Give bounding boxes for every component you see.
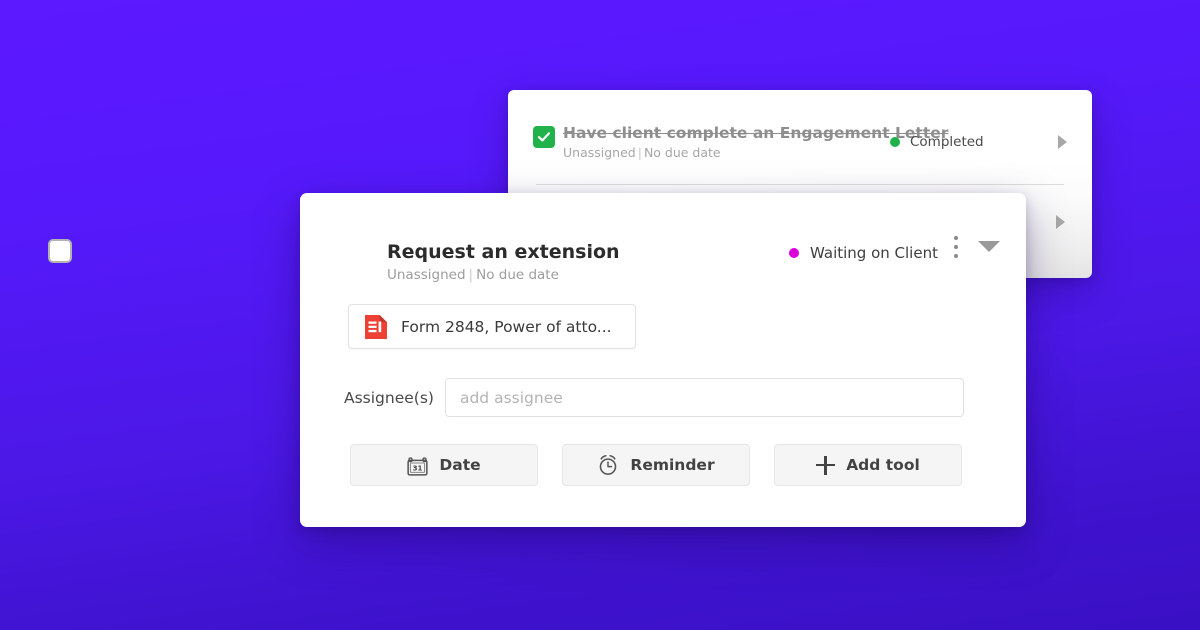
caret-right-icon[interactable] (1058, 135, 1067, 149)
reminder-button-label: Reminder (630, 456, 715, 474)
caret-down-icon[interactable] (978, 241, 1000, 252)
task-checkbox-completed[interactable] (533, 126, 555, 148)
more-vertical-icon[interactable] (946, 234, 966, 260)
task-due-date: No due date (476, 267, 559, 283)
completed-status-badge[interactable]: Completed (890, 134, 984, 150)
task-detail-header: Request an extension Unassigned | No due d… (300, 193, 1026, 285)
caret-right-icon[interactable] (1056, 215, 1065, 229)
svg-text:31: 31 (413, 463, 423, 472)
status-dot-waiting (789, 248, 799, 258)
tool-chip-label: Form 2848, Power of atto... (401, 317, 612, 336)
add-tool-button-label: Add tool (846, 456, 920, 474)
completed-task-due-date: No due date (643, 145, 721, 160)
task-detail-card: Request an extension Unassigned | No due d… (300, 193, 1026, 527)
completed-status-label: Completed (910, 134, 984, 150)
assignee-row: Assignee(s) (344, 378, 964, 417)
check-icon (537, 132, 551, 142)
plus-icon (816, 455, 836, 475)
reminder-button[interactable]: Reminder (562, 444, 750, 486)
task-meta: Unassigned | No due date (387, 266, 620, 285)
status-badge[interactable]: Waiting on Client (789, 244, 938, 262)
completed-task-assignee: Unassigned (563, 145, 636, 160)
add-tool-button[interactable]: Add tool (774, 444, 962, 486)
kebab-dot (954, 254, 958, 258)
status-label: Waiting on Client (810, 244, 938, 262)
meta-separator: | (637, 145, 642, 160)
alarm-clock-icon (600, 454, 617, 475)
assignee-input[interactable] (444, 378, 964, 417)
task-assignee: Unassigned (387, 267, 466, 283)
kebab-dot (954, 236, 958, 240)
assignee-label: Assignee(s) (344, 388, 434, 407)
task-title: Request an extension (387, 241, 620, 263)
kebab-dot (954, 245, 958, 249)
date-button[interactable]: 31 Date (350, 444, 538, 486)
date-button-label: Date (439, 456, 481, 474)
meta-separator: | (468, 267, 474, 283)
document-form-icon (365, 314, 387, 339)
calendar-31-icon: 31 (407, 456, 428, 476)
task-checkbox[interactable] (48, 239, 72, 263)
task-text-block: Request an extension Unassigned | No due d… (387, 240, 620, 285)
action-button-group: 31 Date Reminder Add tool (350, 444, 962, 486)
status-dot-completed (890, 137, 900, 147)
tool-chip-form-2848[interactable]: Form 2848, Power of atto... (348, 304, 636, 349)
